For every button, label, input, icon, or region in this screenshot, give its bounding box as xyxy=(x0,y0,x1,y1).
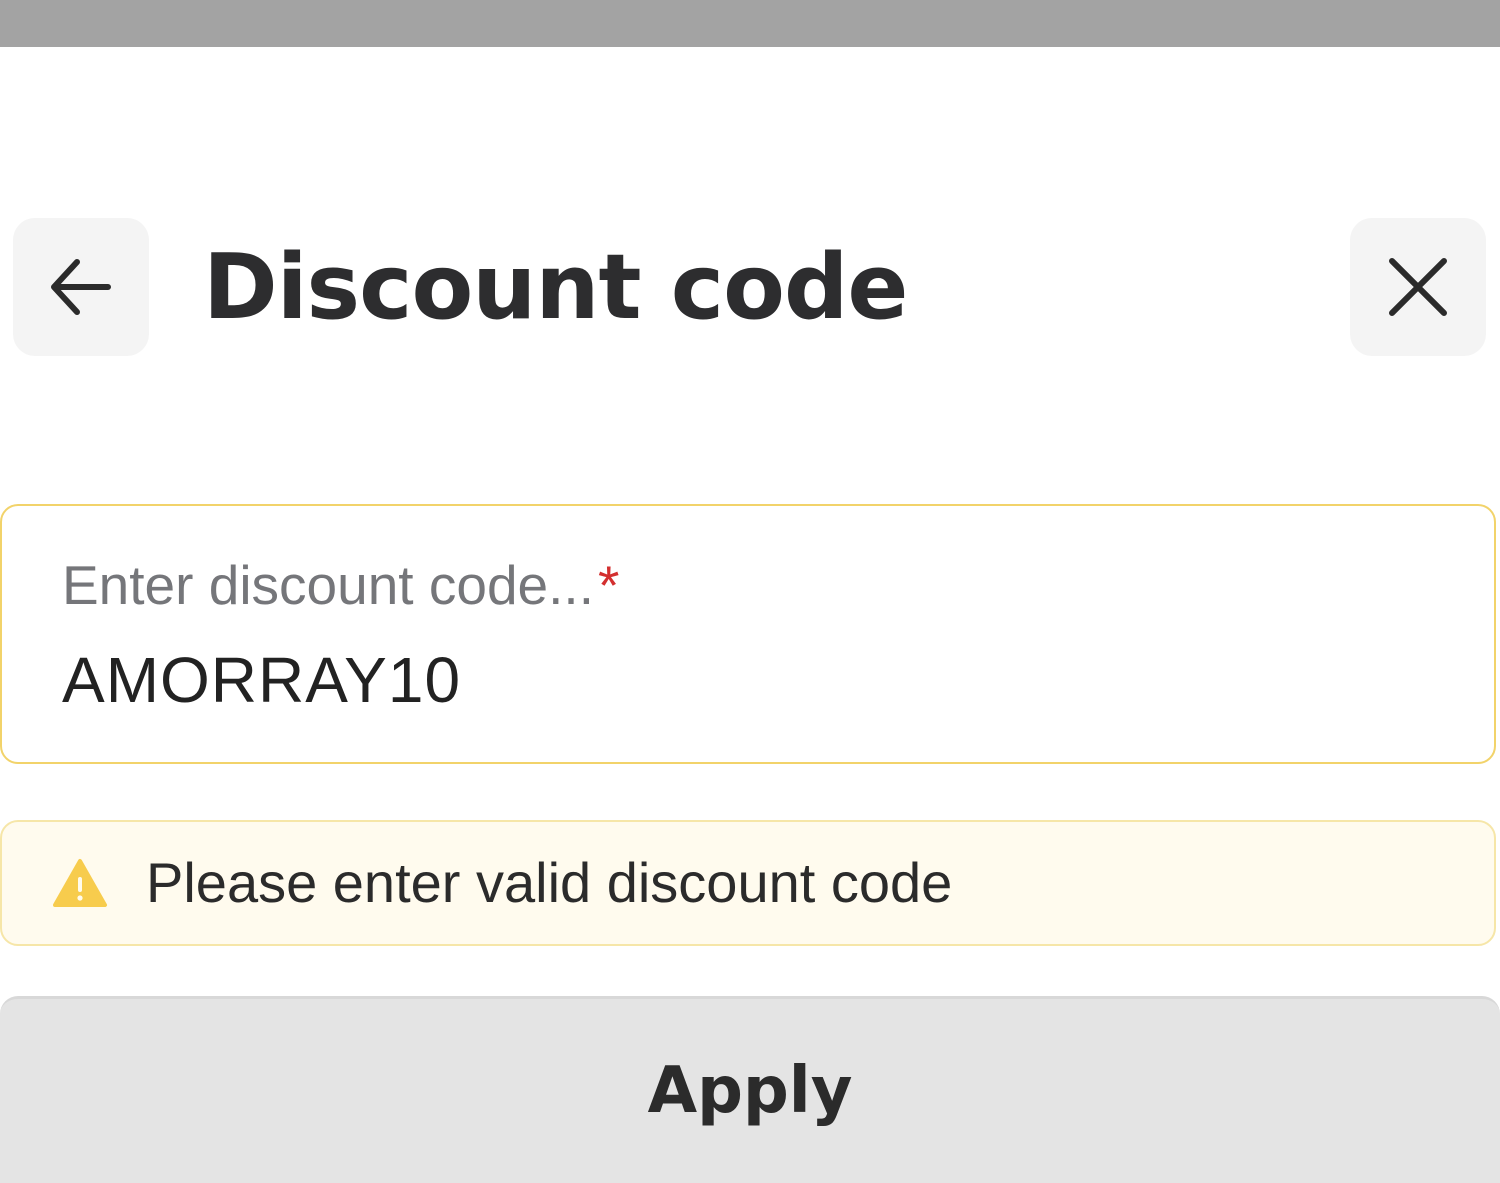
discount-code-field[interactable] xyxy=(0,504,1496,764)
close-button[interactable] xyxy=(1350,218,1486,356)
back-button[interactable] xyxy=(13,218,149,356)
discount-code-label: Enter discount code...* xyxy=(62,552,619,618)
discount-code-label-text: Enter discount code... xyxy=(62,554,594,616)
status-bar-strip xyxy=(0,0,1500,47)
arrow-left-icon xyxy=(51,259,111,315)
close-icon xyxy=(1389,258,1447,316)
discount-code-input[interactable] xyxy=(62,640,1442,720)
warning-triangle-icon xyxy=(53,859,107,907)
page-title: Discount code xyxy=(203,235,908,340)
apply-button[interactable]: Apply xyxy=(0,996,1500,1183)
warning-message: Please enter valid discount code xyxy=(146,851,953,914)
required-mark: * xyxy=(597,554,620,616)
